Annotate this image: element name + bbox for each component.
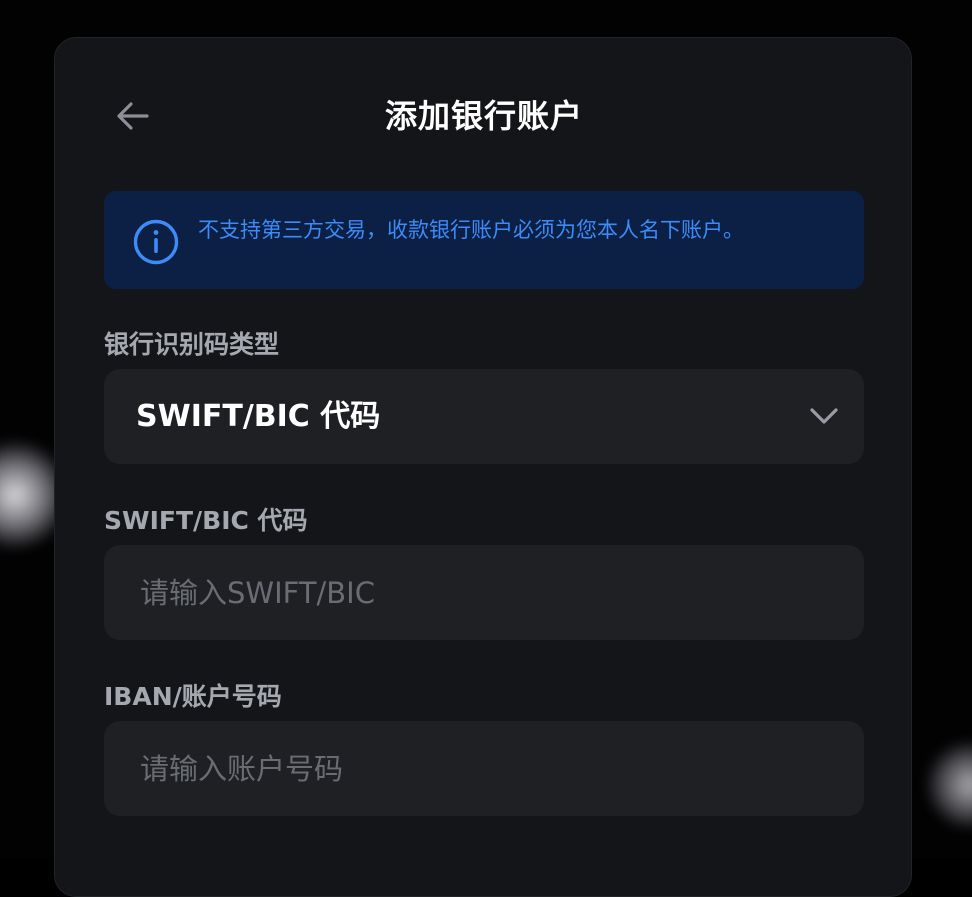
bank-id-type-selected-value: SWIFT/BIC 代码: [136, 399, 381, 434]
add-bank-account-panel: 添加银行账户 不支持第三方交易，收款银行账户必须为您本人名下账户。 银行识别码类…: [54, 37, 912, 897]
arrow-left-icon: [117, 102, 149, 130]
back-button[interactable]: [111, 96, 155, 136]
background-glow-right: [925, 740, 972, 830]
info-icon: [133, 219, 179, 265]
bank-id-type-select[interactable]: SWIFT/BIC 代码: [104, 369, 864, 464]
page-title: 添加银行账户: [384, 97, 583, 135]
swift-bic-input[interactable]: [104, 545, 864, 640]
swift-bic-field: [104, 545, 864, 640]
notice-banner: 不支持第三方交易，收款银行账户必须为您本人名下账户。: [104, 191, 864, 289]
header: 添加银行账户: [55, 88, 913, 144]
notice-text: 不支持第三方交易，收款银行账户必须为您本人名下账户。: [198, 218, 744, 242]
iban-label: IBAN/账户号码: [104, 682, 282, 711]
iban-field: [104, 721, 864, 816]
swift-bic-label: SWIFT/BIC 代码: [104, 506, 308, 535]
iban-input[interactable]: [104, 721, 864, 816]
bank-id-type-label: 银行识别码类型: [104, 330, 280, 359]
chevron-down-icon: [810, 408, 838, 424]
